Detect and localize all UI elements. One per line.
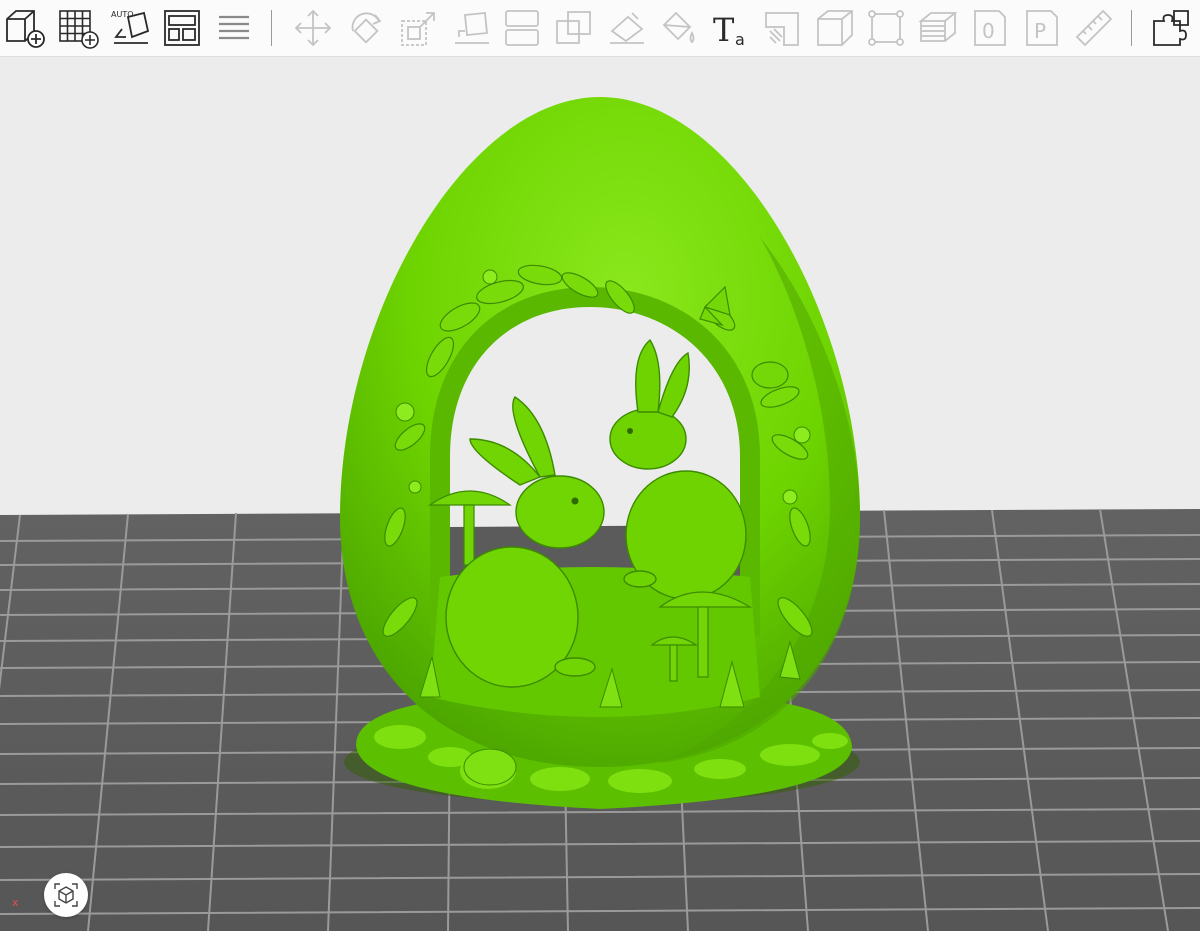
support-paint-icon	[610, 12, 644, 44]
lay-flat-icon	[455, 12, 489, 44]
measure-bounds-button[interactable]	[863, 5, 909, 51]
digit-zero-icon: 0	[974, 10, 1006, 46]
main-toolbar: AUTO T a 0 P	[0, 0, 1200, 57]
boolean-button[interactable]	[551, 5, 597, 51]
view-cube-icon	[54, 883, 78, 907]
bounding-box-icon	[868, 10, 904, 46]
view-cube-button[interactable]	[44, 873, 88, 917]
3d-viewport[interactable]: x	[0, 57, 1200, 931]
plate-p-button[interactable]: P	[1019, 5, 1065, 51]
cut-button[interactable]	[499, 5, 545, 51]
layout-icon	[164, 10, 200, 46]
scene-canvas[interactable]	[0, 57, 1200, 931]
seam-icon	[765, 12, 799, 46]
assembly-button[interactable]	[1148, 5, 1194, 51]
toolbar-separator	[271, 10, 272, 46]
variable-layer-height-button[interactable]	[812, 5, 858, 51]
split-icon	[505, 10, 539, 46]
add-object-button[interactable]	[2, 5, 48, 51]
rabbit-right-eye	[627, 428, 633, 434]
paint-bucket-icon	[662, 11, 695, 44]
scale-icon	[401, 12, 435, 46]
overlap-squares-icon	[556, 11, 591, 44]
text-icon: T a	[713, 11, 745, 49]
puzzle-icon	[1153, 10, 1189, 46]
add-grid-array-button[interactable]	[55, 5, 101, 51]
grid-plus-icon	[59, 10, 99, 49]
layer-stack-icon	[918, 12, 958, 42]
rabbit-left-eye	[571, 497, 579, 505]
color-paint-button[interactable]	[656, 5, 702, 51]
cube-outline-icon	[817, 10, 853, 46]
cube-plus-icon	[6, 10, 45, 48]
rotate-icon	[351, 12, 382, 44]
measure-ruler-button[interactable]	[1071, 5, 1117, 51]
auto-label: AUTO	[111, 10, 134, 19]
support-paint-button[interactable]	[604, 5, 650, 51]
axis-x-label: x	[12, 896, 19, 909]
auto-orient-button[interactable]: AUTO	[108, 5, 154, 51]
bird	[751, 361, 789, 389]
scale-button[interactable]	[396, 5, 442, 51]
toolbar-separator	[1131, 10, 1132, 46]
ruler-icon	[1075, 9, 1113, 47]
arrange-layout-button[interactable]	[159, 5, 205, 51]
lines-icon	[219, 15, 249, 40]
seam-paint-button[interactable]	[760, 5, 806, 51]
slice-layers-button[interactable]	[915, 5, 961, 51]
plate-zero-button[interactable]: 0	[967, 5, 1013, 51]
text-tool-button[interactable]: T a	[708, 5, 754, 51]
layers-button[interactable]	[211, 5, 257, 51]
letter-p-label: P	[1034, 19, 1046, 43]
move-button[interactable]	[290, 5, 336, 51]
auto-orient-icon: AUTO	[111, 10, 150, 44]
rotate-button[interactable]	[343, 5, 389, 51]
digit-zero-label: 0	[982, 19, 995, 43]
move-arrows-icon	[294, 9, 332, 47]
letter-p-icon: P	[1026, 10, 1058, 46]
lay-flat-button[interactable]	[449, 5, 495, 51]
text-icon-sub: a	[735, 30, 745, 49]
text-icon-letter: T	[713, 11, 735, 49]
